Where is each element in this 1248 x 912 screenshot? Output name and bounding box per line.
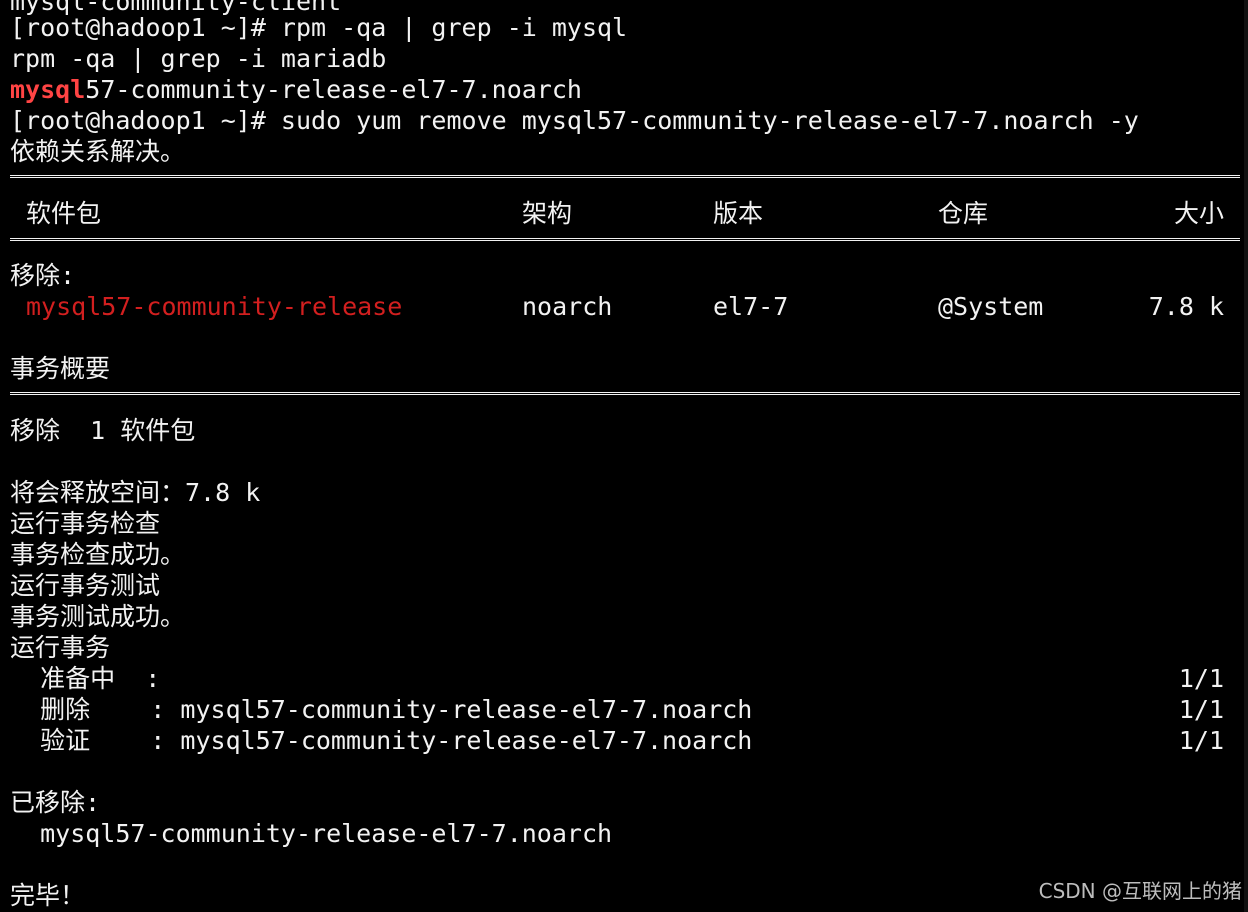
step-prepare-progress: 1/1 (1178, 664, 1224, 693)
terminal-scrollbar[interactable] (1244, 0, 1248, 912)
grep-result-rest: 57-community-release-el7-7.noarch (85, 75, 582, 104)
table-row-version: el7-7 (713, 292, 789, 321)
check-ok-line: 事务检查成功。 (10, 540, 186, 569)
step-verify-detail: mysql57-community-release-el7-7.noarch (165, 726, 753, 755)
grep-match-highlight: mysql (10, 75, 86, 104)
step-erase: 删除 : mysql57-community-release-el7-7.noa… (10, 694, 752, 725)
terminal-line-grep-result: mysql57-community-release-el7-7.noarch (10, 74, 582, 105)
step-verify: 验证 : mysql57-community-release-el7-7.noa… (10, 725, 752, 756)
step-verify-label: 验证 : (10, 726, 166, 755)
table-row-package: mysql57-community-release (26, 292, 403, 321)
table-header-size: 大小 (1173, 199, 1224, 228)
removed-package: mysql57-community-release-el7-7.noarch (10, 819, 613, 848)
table-row-size: 7.8 k (1148, 292, 1224, 321)
step-prepare-label: 准备中 : (10, 664, 161, 693)
step-erase-label: 删除 : (10, 695, 166, 724)
terminal-line-command-yum-remove: [root@hadoop1 ~]# sudo yum remove mysql5… (10, 106, 1139, 135)
table-header-arch: 架构 (522, 199, 573, 228)
step-erase-progress: 1/1 (1178, 695, 1224, 724)
terminal-line-command-grep-mysql: [root@hadoop1 ~]# rpm -qa | grep -i mysq… (10, 13, 628, 42)
table-section-remove: 移除: (10, 261, 76, 290)
test-ok-line: 事务测试成功。 (10, 602, 186, 631)
summary-title: 事务概要 (10, 354, 111, 383)
table-row-repo: @System (938, 292, 1044, 321)
table-row-arch: noarch (522, 292, 613, 321)
terminal-line-command-grep-mariadb: rpm -qa | grep -i mariadb (10, 44, 387, 73)
summary-remove-count: 移除 1 软件包 (10, 416, 196, 445)
terminal-line-deps-resolved: 依赖关系解决。 (10, 137, 186, 166)
csdn-watermark: CSDN @互联网上的猪 (1038, 879, 1242, 903)
table-separator-top (10, 175, 1240, 178)
table-separator-header (10, 238, 1240, 241)
done-line: 完毕！ (10, 881, 86, 910)
run-transaction-line: 运行事务 (10, 633, 111, 662)
terminal-window[interactable]: mysql-community-client [root@hadoop1 ~]#… (0, 0, 1248, 912)
run-test-line: 运行事务测试 (10, 571, 161, 600)
summary-separator (10, 392, 1240, 395)
table-header-repo: 仓库 (938, 199, 989, 228)
table-header-package: 软件包 (26, 199, 102, 228)
step-verify-progress: 1/1 (1178, 726, 1224, 755)
step-prepare: 准备中 : (10, 663, 160, 694)
table-header-version: 版本 (713, 199, 764, 228)
step-erase-detail: mysql57-community-release-el7-7.noarch (165, 695, 753, 724)
free-space-line: 将会释放空间：7.8 k (10, 478, 261, 507)
run-check-line: 运行事务检查 (10, 509, 161, 538)
removed-title: 已移除: (10, 788, 101, 817)
